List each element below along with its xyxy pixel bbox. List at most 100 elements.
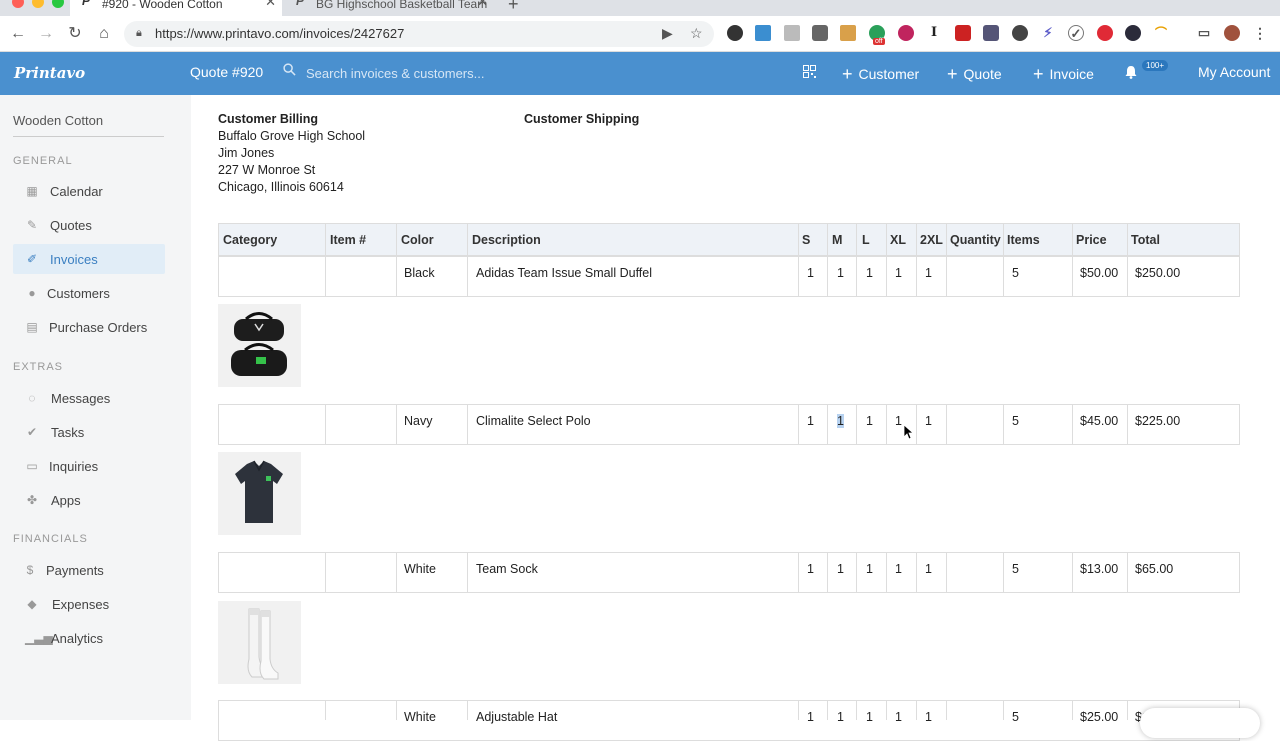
add-quote-button[interactable]: + Quote bbox=[947, 64, 1002, 85]
address-bar[interactable]: 🔒︎ https://www.printavo.com/invoices/242… bbox=[124, 21, 714, 47]
reload-icon[interactable]: ↻ bbox=[65, 24, 85, 44]
check-icon: ✔ bbox=[26, 425, 38, 439]
sidebar-item-messages[interactable]: ◌ Messages bbox=[13, 383, 165, 413]
calendar-icon: ▦ bbox=[26, 184, 38, 198]
column-divider bbox=[1072, 700, 1073, 720]
instapaper-extension-icon[interactable]: I bbox=[926, 25, 942, 41]
cell-total: $250.00 bbox=[1135, 266, 1181, 280]
cell-m: 1 bbox=[837, 266, 844, 280]
close-tab-icon[interactable]: ✕ bbox=[477, 0, 488, 8]
table-row[interactable]: Navy Climalite Select Polo 1 1 1 1 1 5 $… bbox=[218, 404, 1240, 445]
cast-icon[interactable]: ▭ bbox=[1196, 25, 1212, 41]
printavo-favicon-icon: P bbox=[296, 0, 305, 8]
cell-xl: 1 bbox=[895, 710, 902, 724]
shield-extension-icon[interactable] bbox=[812, 25, 828, 41]
qr-code-icon[interactable] bbox=[803, 65, 816, 78]
camera-icon[interactable]: ▶ bbox=[662, 25, 673, 42]
extension-icon[interactable]: ⌒ bbox=[1153, 25, 1169, 41]
extension-icon[interactable] bbox=[727, 25, 743, 41]
heart-extension-icon[interactable] bbox=[898, 25, 914, 41]
home-icon[interactable]: ⌂ bbox=[94, 24, 114, 44]
cell-price: $13.00 bbox=[1080, 562, 1119, 576]
product-image-polo[interactable] bbox=[218, 452, 301, 535]
sidebar-item-invoices[interactable]: ✐ Invoices bbox=[13, 244, 165, 274]
add-invoice-button[interactable]: + Invoice bbox=[1033, 64, 1094, 85]
sidebar-item-purchase-orders[interactable]: ▤ Purchase Orders bbox=[13, 312, 165, 342]
forward-arrow-icon[interactable]: → bbox=[36, 24, 56, 44]
back-arrow-icon[interactable]: ← bbox=[8, 24, 28, 44]
mouse-cursor-icon bbox=[903, 424, 913, 440]
extension-icon[interactable] bbox=[1125, 25, 1141, 41]
product-image-duffel[interactable] bbox=[218, 304, 301, 387]
add-customer-button[interactable]: + Customer bbox=[842, 64, 919, 85]
extension-icon[interactable] bbox=[1012, 25, 1028, 41]
cell-color: Navy bbox=[404, 414, 433, 428]
search-input[interactable] bbox=[306, 63, 686, 83]
column-divider bbox=[827, 700, 828, 720]
browser-tab-active[interactable]: P #920 - Wooden Cotton ✕ bbox=[70, 0, 282, 16]
cell-items: 5 bbox=[1012, 710, 1019, 724]
printavo-logo[interactable]: Printavo bbox=[14, 64, 85, 82]
cell-2xl: 1 bbox=[925, 562, 932, 576]
extension-icon[interactable] bbox=[840, 25, 856, 41]
bookmark-star-icon[interactable]: ☆ bbox=[690, 25, 703, 42]
browser-toolbar: ← → ↻ ⌂ 🔒︎ https://www.printavo.com/invo… bbox=[0, 16, 1280, 52]
cell-items: 5 bbox=[1012, 266, 1019, 280]
url-text[interactable]: https://www.printavo.com/invoices/242762… bbox=[155, 26, 404, 41]
bell-icon[interactable] bbox=[1124, 65, 1138, 79]
minimize-window-button[interactable] bbox=[32, 0, 44, 8]
column-divider bbox=[325, 552, 326, 593]
chat-widget-button[interactable] bbox=[1140, 708, 1260, 738]
browser-tab[interactable]: P BG Highschool Basketball Team ✕ bbox=[284, 0, 494, 16]
table-row[interactable]: White Adjustable Hat 1 1 1 1 1 5 $25.00 … bbox=[218, 700, 1240, 741]
column-divider bbox=[946, 256, 947, 297]
extension-icon[interactable] bbox=[955, 25, 971, 41]
billing-line: Buffalo Grove High School bbox=[218, 129, 366, 143]
document-icon: ▤ bbox=[26, 320, 38, 334]
sidebar-item-quotes[interactable]: ✎ Quotes bbox=[13, 210, 165, 240]
new-tab-icon[interactable]: + bbox=[508, 0, 519, 15]
extension-icon[interactable] bbox=[784, 25, 800, 41]
profile-avatar[interactable] bbox=[1224, 25, 1240, 41]
close-tab-icon[interactable]: ✕ bbox=[265, 0, 276, 8]
column-divider bbox=[827, 552, 828, 593]
column-divider bbox=[1072, 223, 1073, 256]
product-image-sock[interactable] bbox=[218, 601, 301, 684]
sidebar-item-apps[interactable]: ✤ Apps bbox=[13, 485, 165, 515]
col-xl: XL bbox=[890, 233, 906, 247]
extension-icon[interactable] bbox=[755, 25, 771, 41]
table-row[interactable]: White Team Sock 1 1 1 1 1 5 $13.00 $65.0… bbox=[218, 552, 1240, 593]
sidebar-item-payments[interactable]: $ Payments bbox=[13, 555, 165, 585]
sidebar-item-calendar[interactable]: ▦ Calendar bbox=[13, 176, 165, 206]
cell-m[interactable]: 1 bbox=[837, 414, 844, 428]
maximize-window-button[interactable] bbox=[52, 0, 64, 8]
sidebar-item-expenses[interactable]: ◆ Expenses bbox=[13, 589, 165, 619]
polo-shirt-image bbox=[235, 460, 283, 523]
cell-items: 5 bbox=[1012, 414, 1019, 428]
cell-price: $25.00 bbox=[1080, 710, 1119, 724]
column-divider bbox=[396, 404, 397, 445]
cell-2xl: 1 bbox=[925, 266, 932, 280]
cell-s: 1 bbox=[807, 266, 814, 280]
sidebar-item-customers[interactable]: ● Customers bbox=[13, 278, 165, 308]
close-window-button[interactable] bbox=[12, 0, 24, 8]
chat-icon: ◌ bbox=[28, 391, 36, 405]
pinterest-extension-icon[interactable] bbox=[1097, 25, 1113, 41]
cell-description: Team Sock bbox=[476, 562, 538, 576]
lock-icon: 🔒︎ bbox=[136, 27, 142, 39]
plus-icon: + bbox=[947, 64, 958, 84]
sidebar-item-analytics[interactable]: ▁▃▅ Analytics bbox=[13, 623, 165, 653]
check-extension-icon[interactable]: ✓ bbox=[1068, 25, 1084, 41]
sidebar-item-inquiries[interactable]: ▭ Inquiries bbox=[13, 451, 165, 481]
my-account-link[interactable]: My Account bbox=[1198, 64, 1270, 80]
section-financials: FINANCIALS bbox=[13, 533, 88, 545]
browser-menu-icon[interactable]: ⋮ bbox=[1252, 25, 1268, 41]
extension-icon[interactable] bbox=[983, 25, 999, 41]
quote-number[interactable]: Quote #920 bbox=[190, 64, 263, 80]
column-divider bbox=[886, 552, 887, 593]
sidebar-item-tasks[interactable]: ✔ Tasks bbox=[13, 417, 165, 447]
table-row[interactable]: Black Adidas Team Issue Small Duffel 1 1… bbox=[218, 256, 1240, 297]
lightning-extension-icon[interactable]: ⚡︎ bbox=[1040, 25, 1056, 41]
organization-name[interactable]: Wooden Cotton bbox=[13, 113, 103, 128]
cell-price: $45.00 bbox=[1080, 414, 1119, 428]
